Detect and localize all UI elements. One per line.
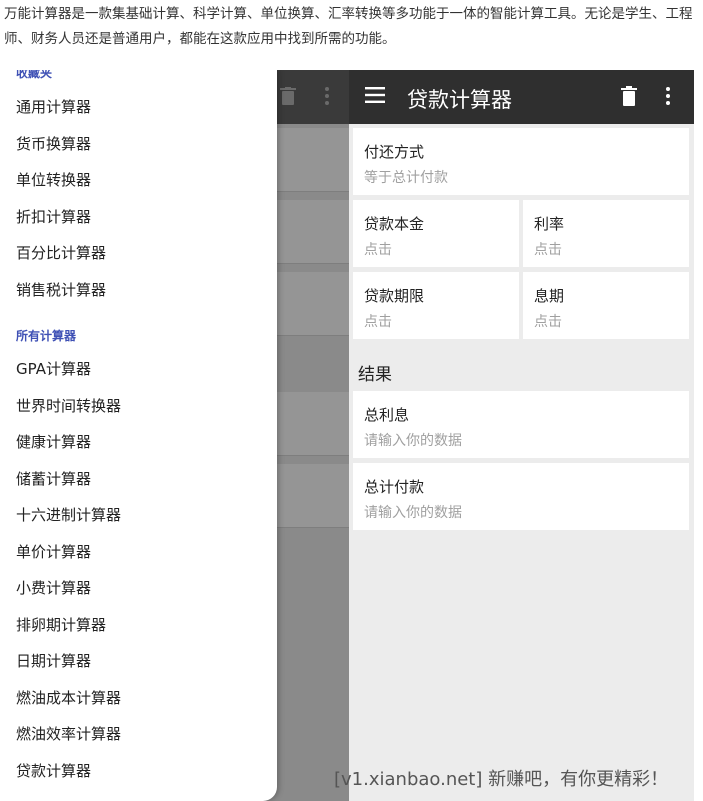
- drawer-item-general[interactable]: 通用计算器: [16, 96, 256, 117]
- interest-period-value: 点击: [534, 314, 562, 330]
- navigation-drawer: 收藏夹 通用计算器 货币换算器 单位转换器 折扣计算器 百分比计算器 销售税计算…: [0, 70, 277, 801]
- page-title: 贷款计算器: [407, 88, 512, 112]
- results-heading: 结果: [358, 365, 392, 385]
- loan-calculator-screenshot: 贷款计算器 付还方式 等于总计付款 贷款本金 点击 利率 点击 贷款期限 点击 …: [349, 70, 694, 801]
- interest-rate-value: 点击: [534, 242, 562, 258]
- loan-term-value: 点击: [364, 314, 392, 330]
- all-calculators-section-title: 所有计算器: [16, 329, 77, 343]
- drawer-item-sales-tax[interactable]: 销售税计算器: [16, 279, 256, 300]
- intro-text: 万能计算器是一款集基础计算、科学计算、单位换算、汇率转换等多功能于一体的智能计算…: [4, 6, 693, 47]
- drawer-item-fuel-efficiency[interactable]: 燃油效率计算器: [16, 723, 256, 744]
- principal-label: 贷款本金: [364, 215, 425, 233]
- drawer-item-currency[interactable]: 货币换算器: [16, 133, 256, 154]
- total-interest-result: 总利息 请输入你的数据: [353, 391, 689, 458]
- favorites-section-title: 收藏夹: [16, 70, 53, 80]
- payment-method-field[interactable]: 付还方式 等于总计付款: [353, 128, 689, 195]
- principal-field[interactable]: 贷款本金 点击: [353, 200, 519, 267]
- total-payment-value: 请输入你的数据: [364, 505, 462, 521]
- watermark-text: [v1.xianbao.net] 新赚吧，有你更精彩！: [334, 769, 669, 790]
- drawer-item-unit[interactable]: 单位转换器: [16, 169, 256, 190]
- more-vert-icon: [325, 87, 329, 109]
- drawer-item-fuel-cost[interactable]: 燃油成本计算器: [16, 687, 256, 708]
- principal-value: 点击: [364, 242, 392, 258]
- drawer-item-loan[interactable]: 贷款计算器: [16, 760, 256, 781]
- drawer-item-ovulation[interactable]: 排卵期计算器: [16, 614, 256, 635]
- loan-term-field[interactable]: 贷款期限 点击: [353, 272, 519, 339]
- drawer-item-date[interactable]: 日期计算器: [16, 650, 256, 671]
- drawer-item-gpa[interactable]: GPA计算器: [16, 358, 256, 379]
- drawer-screenshot: 收藏夹 通用计算器 货币换算器 单位转换器 折扣计算器 百分比计算器 销售税计算…: [0, 70, 349, 801]
- trash-icon: [280, 87, 296, 109]
- drawer-item-hex[interactable]: 十六进制计算器: [16, 504, 256, 525]
- drawer-item-tip[interactable]: 小费计算器: [16, 577, 256, 598]
- total-payment-label: 总计付款: [364, 478, 425, 496]
- drawer-item-health[interactable]: 健康计算器: [16, 431, 256, 452]
- total-payment-result: 总计付款 请输入你的数据: [353, 463, 689, 530]
- total-interest-label: 总利息: [364, 406, 410, 424]
- loan-term-label: 贷款期限: [364, 287, 425, 305]
- drawer-item-world-time[interactable]: 世界时间转换器: [16, 395, 256, 416]
- trash-icon[interactable]: [621, 86, 637, 110]
- interest-rate-label: 利率: [534, 215, 565, 233]
- app-bar: 贷款计算器: [349, 70, 694, 124]
- drawer-item-discount[interactable]: 折扣计算器: [16, 206, 256, 227]
- payment-method-label: 付还方式: [364, 143, 425, 161]
- drawer-item-savings[interactable]: 储蓄计算器: [16, 468, 256, 489]
- payment-method-value: 等于总计付款: [364, 170, 448, 186]
- interest-period-label: 息期: [534, 287, 565, 305]
- drawer-item-percentage[interactable]: 百分比计算器: [16, 242, 256, 263]
- hamburger-menu-icon[interactable]: [365, 87, 385, 107]
- interest-rate-field[interactable]: 利率 点击: [523, 200, 689, 267]
- more-vert-icon[interactable]: [666, 87, 670, 109]
- total-interest-value: 请输入你的数据: [364, 433, 462, 449]
- drawer-item-unit-price[interactable]: 单价计算器: [16, 541, 256, 562]
- interest-period-field[interactable]: 息期 点击: [523, 272, 689, 339]
